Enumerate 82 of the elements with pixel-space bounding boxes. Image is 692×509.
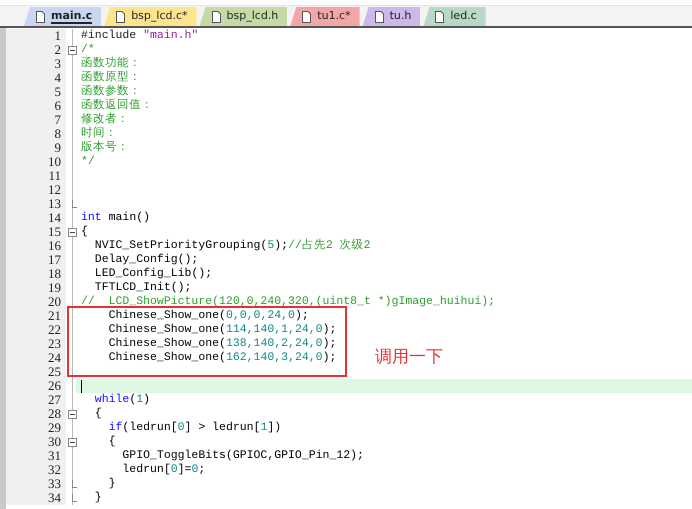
file-tab[interactable]: led.c	[423, 7, 486, 26]
file-icon	[116, 10, 126, 22]
code-line: {	[81, 225, 88, 239]
line-number: 10	[47, 155, 62, 169]
code-line: }	[94, 491, 102, 505]
line-number: 13	[47, 197, 62, 211]
line-number: 2	[54, 43, 62, 57]
code-line: TFTLCD_Init();	[94, 281, 192, 295]
file-icon	[212, 10, 221, 22]
line-number: 9	[54, 141, 62, 155]
line-number: 21	[47, 309, 62, 323]
file-tab[interactable]: tu1.c*	[290, 7, 360, 26]
file-icon	[302, 10, 312, 22]
collapse-icon[interactable]	[68, 228, 76, 236]
line-number: 33	[47, 477, 62, 491]
fold-end-icon	[72, 200, 76, 208]
file-tab[interactable]: bsp_lcd.c*	[104, 7, 197, 26]
code-line: if(ledrun[0] > ledrun[1])	[108, 421, 282, 435]
line-number: 16	[47, 239, 62, 253]
line-number: 30	[47, 435, 62, 449]
line-number: 14	[47, 211, 62, 225]
line-number: 17	[47, 253, 62, 267]
line-number: 31	[47, 449, 62, 463]
code-line: Chinese_Show_one(114,140,1,24,0);	[108, 323, 336, 337]
code-line: Delay_Config();	[94, 253, 198, 267]
collapse-icon[interactable]	[68, 46, 76, 54]
line-number: 20	[47, 295, 62, 309]
code-line: 函数返回值：	[81, 99, 153, 112]
code-line: 版本号：	[81, 141, 129, 155]
line-number: 8	[54, 127, 62, 141]
code-line: */	[81, 155, 95, 169]
file-icon	[36, 10, 45, 22]
line-number: 24	[47, 351, 62, 365]
text-cursor	[81, 380, 82, 392]
line-number: 3	[54, 57, 62, 71]
file-icon	[435, 10, 444, 22]
line-number: 32	[47, 463, 62, 477]
line-number: 27	[47, 393, 62, 407]
line-number: 19	[47, 281, 62, 295]
code-line: GPIO_ToggleBits(GPIOC,GPIO_Pin_12);	[121, 449, 364, 463]
code-line: NVIC_SetPriorityGrouping(5);//占先2 次级2	[94, 239, 371, 253]
collapse-icon[interactable]	[68, 438, 76, 446]
line-number: 29	[47, 421, 62, 435]
line-number: 15	[47, 225, 62, 239]
line-number: 7	[54, 113, 62, 127]
line-number: 25	[47, 365, 62, 379]
line-number: 26	[47, 379, 62, 393]
file-tab[interactable]: bsp_lcd.h	[200, 7, 288, 26]
code-line: /*	[81, 43, 95, 56]
line-number: 34	[47, 491, 62, 505]
line-number: 4	[54, 71, 62, 85]
annotation-text: 调用一下	[375, 346, 443, 368]
code-line: 函数参数：	[81, 85, 141, 98]
line-number: 5	[54, 85, 62, 99]
code-line: {	[94, 407, 102, 421]
code-line: while(1)	[94, 393, 150, 407]
code-line: 函数原型：	[81, 71, 141, 84]
code-line: LED_Config_Lib();	[94, 267, 212, 281]
line-number: 6	[54, 99, 62, 113]
code-line: }	[108, 477, 116, 491]
code-line: {	[108, 435, 116, 449]
code-line: 时间：	[81, 127, 117, 140]
code-line: Chinese_Show_one(0,0,0,24,0);	[108, 309, 309, 323]
code-line: 函数功能：	[81, 57, 141, 70]
file-icon	[374, 10, 384, 22]
code-line: ledrun[0]=0;	[121, 463, 206, 477]
collapse-icon[interactable]	[68, 410, 76, 418]
line-number: 28	[47, 407, 62, 421]
line-number: 22	[47, 323, 62, 337]
line-number: 12	[47, 183, 62, 197]
code-line: // LCD_ShowPicture(120,0,240,320,(uint8_t *)gImage_huihui);	[81, 295, 496, 309]
line-number: 18	[47, 267, 62, 281]
file-tab[interactable]: main.c	[24, 7, 102, 26]
line-number: 11	[47, 169, 62, 183]
code-line: 修改者：	[81, 113, 129, 126]
line-number: 1	[54, 29, 62, 43]
code-line: Chinese_Show_one(138,140,2,24,0);	[108, 337, 336, 351]
code-line: #include "main.h"	[81, 29, 198, 43]
file-tab[interactable]: tu.h	[362, 7, 420, 26]
line-number: 23	[47, 337, 62, 351]
code-line: int main()	[81, 211, 150, 225]
code-line: Chinese_Show_one(162,140,3,24,0);	[108, 351, 336, 365]
